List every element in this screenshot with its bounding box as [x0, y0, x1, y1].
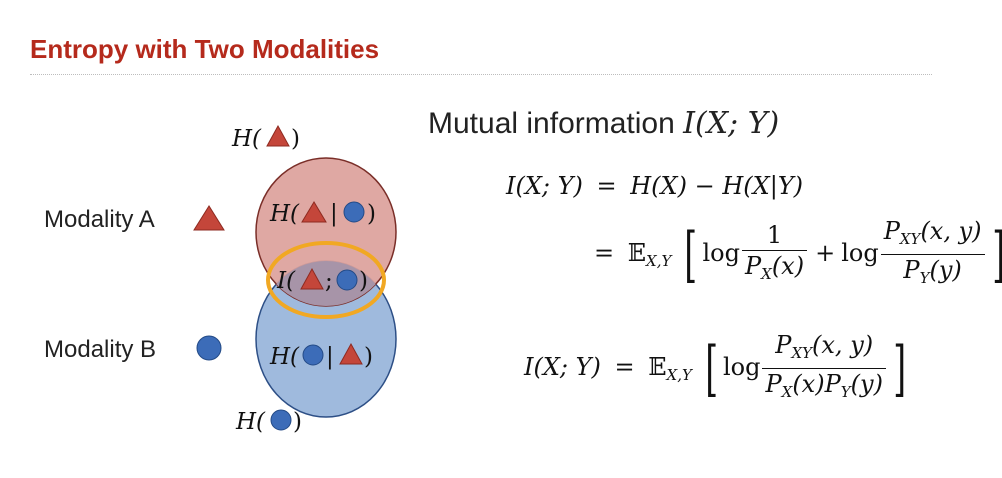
h-b-given-a-prefix: H( — [269, 344, 300, 370]
equation-3-log: log — [722, 353, 761, 381]
equation-1: I(X; Y) = H(X) − H(X|Y) — [506, 172, 804, 200]
h-a-suffix: ) — [291, 126, 300, 152]
h-b-prefix: H( — [235, 409, 266, 435]
equation-1-lhs: I(X; Y) — [506, 172, 583, 200]
equation-3: I(X; Y) = 𝔼X,Y [log PXY(x, y) PX(x)PY(y)] — [524, 330, 911, 407]
h-a-given-b-bar: | — [330, 201, 338, 227]
equation-2-fraction-1: 1 PX(x) — [741, 220, 808, 289]
equation-3-expectation-sub: X,Y — [666, 366, 692, 384]
modality-a-triangle-icon — [193, 205, 225, 231]
h-a-prefix: H( — [231, 126, 262, 152]
h-a-given-b-suffix: ) — [367, 201, 376, 227]
h-a-given-b-circle-icon — [343, 201, 365, 223]
equation-3-lhs: I(X; Y) — [524, 353, 601, 381]
modality-b-circle-icon — [196, 335, 222, 361]
mutual-semicolon: ; — [325, 268, 333, 294]
equation-3-expectation: 𝔼 — [648, 353, 667, 381]
equation-2-expectation-sub: X,Y — [646, 252, 672, 270]
equation-2-expectation: 𝔼 — [627, 239, 647, 267]
h-b-given-a-circle-icon — [302, 344, 324, 366]
h-b-given-a-bar: | — [326, 344, 334, 370]
h-b-given-a-suffix: ) — [364, 344, 373, 370]
equation-2: = 𝔼X,Y [log1PX(x)+logPXY(x, y)PY(y)] — [594, 216, 1002, 293]
mutual-information-heading: Mutual information I(X; Y) — [428, 106, 779, 141]
equation-2-fraction-2: PXY(x, y) PY(y) — [880, 216, 985, 293]
mutual-prefix: I( — [276, 268, 296, 294]
h-a-given-b-prefix: H( — [269, 201, 300, 227]
equation-2-log-2: log — [841, 239, 879, 267]
equation-2-log-1: log — [702, 239, 740, 267]
mutual-circle-icon — [336, 269, 358, 291]
equation-1-rhs: H(X) − H(X|Y) — [630, 172, 804, 200]
equation-3-fraction: PXY(x, y) PX(x)PY(y) — [762, 330, 886, 407]
mutual-suffix: ) — [359, 268, 368, 294]
equation-2-frac1-num: 1 — [741, 220, 808, 251]
mutual-information-symbol: I(X; Y) — [683, 106, 780, 141]
h-b-suffix: ) — [293, 409, 302, 435]
h-a-triangle-icon — [266, 124, 290, 147]
h-b-circle-icon — [270, 409, 292, 431]
mutual-information-word: Mutual information — [428, 107, 675, 140]
equation-2-plus: + — [815, 239, 836, 267]
